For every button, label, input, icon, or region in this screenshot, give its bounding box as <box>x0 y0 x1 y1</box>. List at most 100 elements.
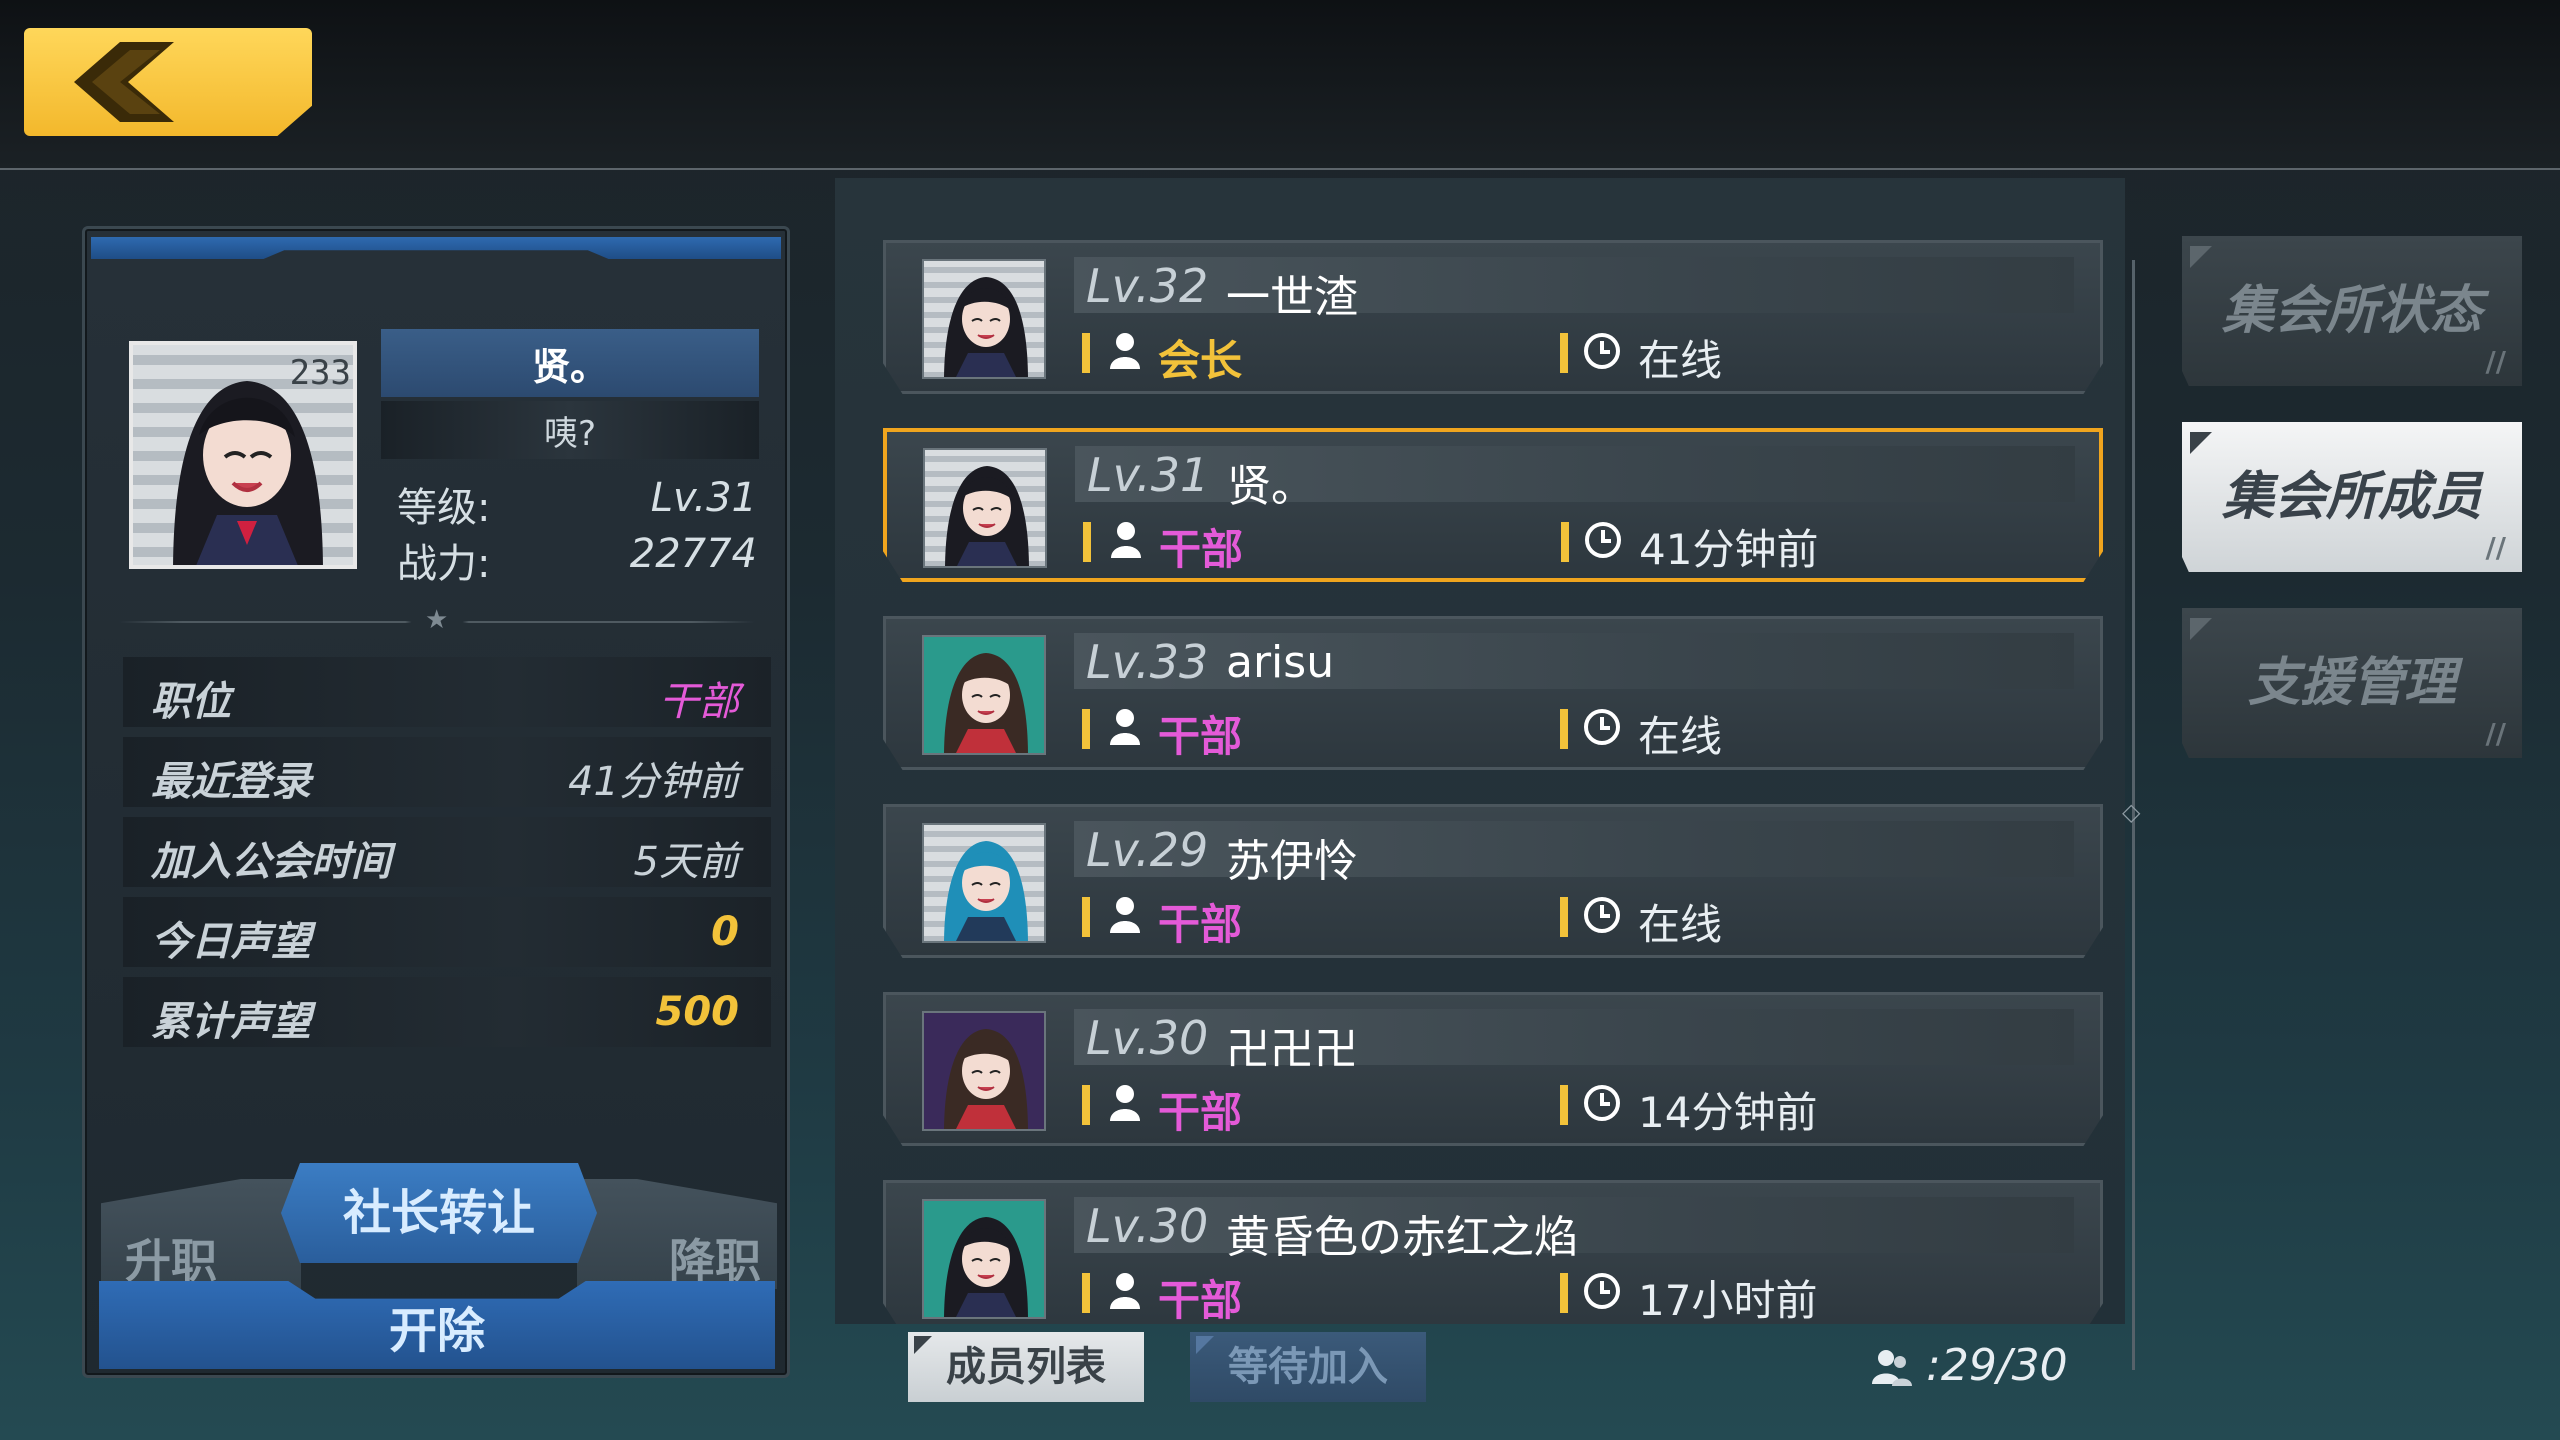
member-name-bar: Lv.30 卍卍卍 <box>1074 1009 2074 1075</box>
member-last-seen: 在线 <box>1638 336 1723 385</box>
member-level: Lv.31 <box>1087 448 1210 502</box>
demote-button[interactable]: 降职 <box>577 1179 777 1289</box>
clock-icon <box>1584 709 1620 745</box>
member-card[interactable]: Lv.32 一世渣 会长 在线 <box>883 240 2103 394</box>
info-row-position: 职位 干部 <box>123 657 771 727</box>
info-value: 41分钟前 <box>568 759 739 805</box>
member-last-seen: 17小时前 <box>1638 1276 1818 1324</box>
member-level: Lv.33 <box>1086 635 1209 689</box>
role-marker <box>1082 709 1090 749</box>
side-tab-label: 支援管理 <box>2247 653 2456 713</box>
member-role: 干部 <box>1158 712 1243 761</box>
expel-button[interactable]: 开除 <box>99 1281 775 1369</box>
power-label: 战力: <box>397 541 491 587</box>
member-name-bar: Lv.32 一世渣 <box>1074 257 2074 323</box>
member-card[interactable]: Lv.33 arisu 干部 在线 <box>883 616 2103 770</box>
clock-icon <box>1584 333 1620 369</box>
info-value: 500 <box>655 989 740 1035</box>
info-value: 5天前 <box>633 839 739 885</box>
role-marker <box>1082 897 1090 937</box>
clock-icon <box>1584 897 1620 933</box>
member-role: 会长 <box>1158 336 1243 385</box>
member-role: 干部 <box>1158 1088 1243 1137</box>
person-icon <box>1110 1085 1140 1121</box>
member-card[interactable]: Lv.30 黄昏色の赤红之焰 干部 17小时前 <box>883 1180 2103 1324</box>
tab-member-list[interactable]: 成员列表 <box>908 1332 1144 1402</box>
member-last-seen: 41分钟前 <box>1639 525 1819 574</box>
member-card[interactable]: Lv.31 贤。 干部 41分钟前 <box>883 428 2103 582</box>
info-label: 最近登录 <box>151 759 311 805</box>
member-card[interactable]: Lv.29 苏伊怜 干部 在线 <box>883 804 2103 958</box>
slash-decor-icon: // <box>2485 717 2506 750</box>
tab-label: 成员列表 <box>946 1344 1106 1390</box>
member-level: Lv.29 <box>1086 823 1209 877</box>
info-label: 今日声望 <box>151 919 311 965</box>
member-name: 卍卍卍 <box>1226 1024 1358 1075</box>
info-label: 职位 <box>151 679 231 725</box>
role-marker <box>1082 1085 1090 1125</box>
side-tab-label: 集会所状态 <box>2221 281 2482 341</box>
member-name: 贤。 <box>1227 461 1315 512</box>
promote-button[interactable]: 升职 <box>101 1179 301 1289</box>
members-icon <box>1872 1350 1912 1386</box>
clock-icon <box>1584 1085 1620 1121</box>
slash-decor-icon: // <box>2485 345 2506 378</box>
member-card[interactable]: Lv.30 卍卍卍 干部 14分钟前 <box>883 992 2103 1146</box>
member-name: 一世渣 <box>1226 272 1358 323</box>
info-value: 0 <box>711 909 739 955</box>
info-row-join-time: 加入公会时间 5天前 <box>123 817 771 887</box>
time-marker <box>1560 709 1568 749</box>
member-avatar <box>923 448 1047 568</box>
info-value: 干部 <box>659 679 739 725</box>
member-level: Lv.30 <box>1086 1011 1209 1065</box>
tab-label: 等待加入 <box>1228 1344 1388 1390</box>
member-name-bar: Lv.30 黄昏色の赤红之焰 <box>1074 1197 2074 1263</box>
member-level: Lv.30 <box>1086 1199 1209 1253</box>
time-marker <box>1561 522 1569 562</box>
time-marker <box>1560 333 1568 373</box>
member-level: Lv.32 <box>1086 259 1209 313</box>
member-list[interactable]: Lv.32 一世渣 会长 在线 Lv.31 贤。 干部 41分钟前 Lv.33 … <box>835 178 2125 1324</box>
scroll-handle-icon[interactable]: ◇ <box>2122 798 2140 826</box>
side-tab-label: 集会所成员 <box>2221 467 2482 527</box>
back-arrow-icon <box>74 42 174 122</box>
person-icon <box>1110 333 1140 369</box>
back-button[interactable] <box>24 28 312 136</box>
level-value: Lv.31 <box>650 475 757 521</box>
role-marker <box>1082 333 1090 373</box>
info-row-total-reputation: 累计声望 500 <box>123 977 771 1047</box>
member-name-bar: Lv.33 arisu <box>1074 633 2074 689</box>
time-marker <box>1560 1273 1568 1313</box>
member-avatar <box>922 259 1046 379</box>
member-role: 干部 <box>1158 1276 1243 1324</box>
power-row: 战力: 22774 <box>397 531 757 587</box>
level-row: 等级: Lv.31 <box>397 475 757 531</box>
selected-member-name: 贤。 <box>381 329 759 397</box>
member-last-seen: 14分钟前 <box>1638 1088 1818 1137</box>
member-avatar <box>922 1199 1046 1319</box>
profile-panel: 233 贤。 咦? 等级: Lv.31 战力: 22774 ★ 职位 干部 最近… <box>82 226 790 1378</box>
power-value: 22774 <box>629 531 757 577</box>
member-avatar <box>922 635 1046 755</box>
time-marker <box>1560 897 1568 937</box>
tab-pending-join[interactable]: 等待加入 <box>1190 1332 1426 1402</box>
panel-top-strip <box>91 237 781 259</box>
person-icon <box>1111 522 1141 558</box>
member-name-bar: Lv.31 贤。 <box>1075 446 2075 512</box>
star-icon: ★ <box>425 605 449 635</box>
side-tab[interactable]: 支援管理 // <box>2182 608 2522 758</box>
member-last-seen: 在线 <box>1638 900 1723 949</box>
side-tab[interactable]: 集会所成员// <box>2182 422 2522 572</box>
time-marker <box>1560 1085 1568 1125</box>
info-label: 加入公会时间 <box>151 839 391 885</box>
avatar-badge: 233 <box>289 353 351 393</box>
selected-member-avatar: 233 <box>129 341 357 569</box>
clock-icon <box>1585 522 1621 558</box>
member-avatar <box>922 1011 1046 1131</box>
transfer-leader-button[interactable]: 社长转让 <box>281 1163 597 1263</box>
member-role: 干部 <box>1159 525 1244 574</box>
member-name: arisu <box>1226 637 1335 688</box>
info-label: 累计声望 <box>151 999 311 1045</box>
side-tab[interactable]: 集会所状态// <box>2182 236 2522 386</box>
clock-icon <box>1584 1273 1620 1309</box>
